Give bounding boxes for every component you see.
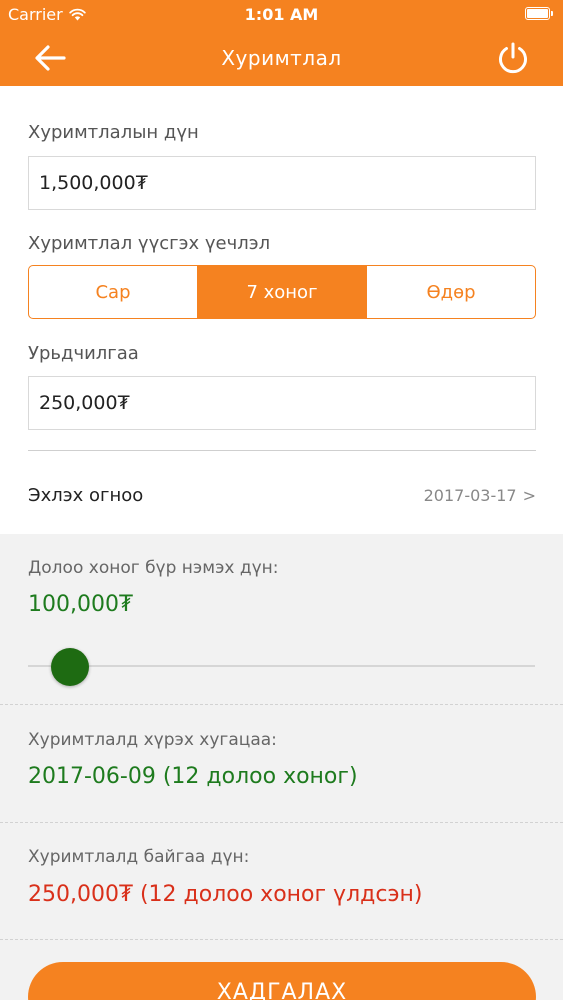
- frequency-selector: Сар 7 хоног Өдөр: [28, 265, 536, 319]
- page-title: Хуримтлал: [221, 46, 342, 70]
- frequency-option-week[interactable]: 7 хоног: [198, 266, 367, 318]
- amount-slider-track[interactable]: [28, 665, 535, 667]
- battery-icon: [525, 7, 553, 20]
- amount-slider-thumb[interactable]: [51, 648, 90, 686]
- status-time: 1:01 AM: [244, 5, 319, 24]
- start-date-value: 2017-03-17: [423, 485, 517, 505]
- form-divider: [28, 450, 536, 451]
- logout-button[interactable]: [493, 38, 533, 78]
- section-divider: [0, 939, 563, 940]
- frequency-option-day[interactable]: Өдөр: [367, 266, 535, 318]
- start-date-row[interactable]: Эхлэх огноо 2017-03-17 >: [28, 470, 536, 520]
- advance-input[interactable]: 250,000₮: [28, 376, 536, 430]
- frequency-label: Хуримтлал үүсгэх үечлэл: [28, 233, 271, 254]
- advance-label: Урьдчилгаа: [28, 343, 139, 364]
- advance-value: 250,000₮: [39, 392, 130, 414]
- weekly-add-value: 100,000₮: [28, 592, 133, 617]
- frequency-option-month[interactable]: Сар: [29, 266, 198, 318]
- nav-bar: Хуримтлал: [0, 30, 563, 86]
- weekly-add-label: Долоо хоног бүр нэмэх дүн:: [28, 558, 279, 578]
- save-button[interactable]: ХАДГАЛАХ: [28, 962, 536, 1000]
- amount-value: 1,500,000₮: [39, 172, 148, 194]
- start-date-label: Эхлэх огноо: [28, 484, 144, 506]
- reach-date-value: 2017-06-09 (12 долоо хоног): [28, 764, 358, 789]
- summary-panel: Долоо хоног бүр нэмэх дүн: 100,000₮ Хури…: [0, 534, 563, 1000]
- section-divider: [0, 822, 563, 823]
- power-icon: [499, 42, 527, 74]
- chevron-right-icon: >: [522, 485, 536, 505]
- app-header: Carrier 1:01 AM Хуримтлал: [0, 0, 563, 86]
- current-amount-label: Хуримтлалд байгаа дүн:: [28, 847, 250, 867]
- amount-label: Хуримтлалын дүн: [28, 122, 199, 143]
- status-bar: Carrier 1:01 AM: [0, 0, 563, 30]
- reach-date-label: Хуримтлалд хүрэх хугацаа:: [28, 730, 277, 750]
- current-amount-value: 250,000₮ (12 долоо хоног үлдсэн): [28, 882, 423, 907]
- start-date-value-group: 2017-03-17 >: [424, 486, 536, 505]
- amount-input[interactable]: 1,500,000₮: [28, 156, 536, 210]
- section-divider: [0, 704, 563, 705]
